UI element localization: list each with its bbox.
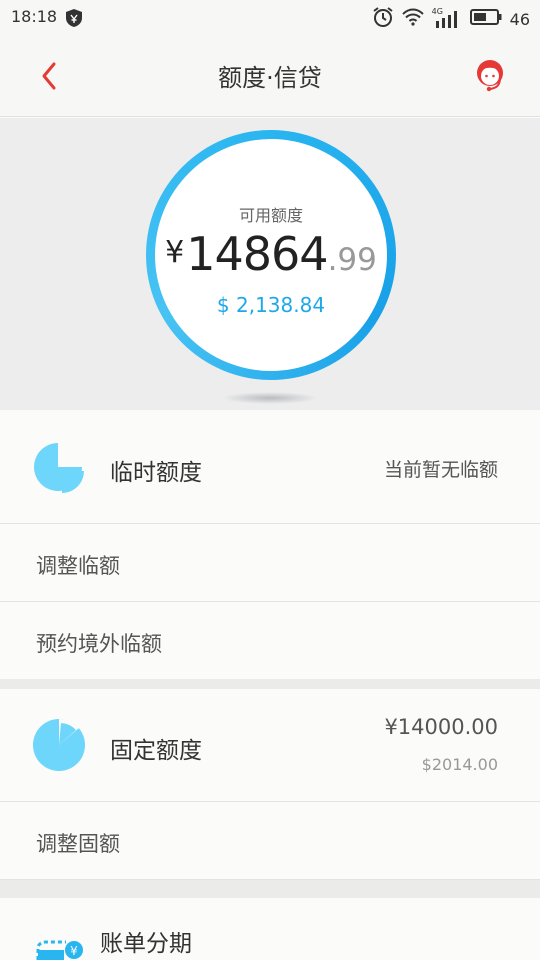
customer-service-button[interactable]	[470, 56, 510, 100]
adjust-temporary-limit-row[interactable]: 调整临额	[0, 524, 540, 602]
fixed-limit-row[interactable]: 固定额度 ¥14000.00 $2014.00	[0, 689, 540, 802]
signal-icon: 4G	[432, 7, 462, 29]
page-title: 额度·信贷	[218, 64, 322, 92]
fixed-limit-label: 固定额度	[110, 738, 202, 764]
adjust-fixed-limit-row[interactable]: 调整固额	[0, 802, 540, 880]
alarm-icon	[372, 6, 394, 32]
temporary-limit-status: 当前暂无临额	[383, 459, 498, 481]
fixed-limit-icon	[32, 718, 86, 776]
section-divider	[0, 679, 540, 689]
battery-level: 46	[509, 9, 530, 29]
credit-overview: 可用额度 ¥14864.99 $ 2,138.84	[0, 118, 540, 410]
credit-ring: 可用额度 ¥14864.99 $ 2,138.84	[146, 130, 396, 380]
wifi-icon	[401, 8, 424, 30]
fixed-limit-amount: ¥14000.00	[384, 715, 498, 739]
shield-icon	[65, 8, 83, 32]
overseas-temporary-limit-label: 预约境外临额	[36, 632, 162, 656]
available-credit-usd: $ 2,138.84	[216, 293, 326, 317]
fixed-limit-section: 固定额度 ¥14000.00 $2014.00 调整固额	[0, 689, 540, 880]
overseas-temporary-limit-row[interactable]: 预约境外临额	[0, 602, 540, 680]
temporary-limit-label: 临时额度	[110, 460, 202, 486]
installment-row[interactable]: ¥ 账单分期	[0, 898, 540, 960]
ring-shadow	[222, 392, 318, 404]
battery-icon	[469, 8, 502, 30]
status-time: 18:18	[11, 7, 58, 26]
temporary-limit-icon	[32, 441, 86, 499]
adjust-temporary-limit-label: 调整临额	[36, 554, 120, 578]
installment-section: ¥ 账单分期	[0, 898, 540, 960]
temporary-limit-section: 临时额度 当前暂无临额 调整临额 预约境外临额	[0, 411, 540, 679]
available-credit-label: 可用额度	[238, 206, 303, 225]
fixed-limit-usd: $2014.00	[421, 755, 498, 774]
amount-integer: 14864	[186, 227, 328, 281]
header: 额度·信贷	[0, 34, 540, 117]
section-divider	[0, 880, 540, 898]
svg-text:¥: ¥	[70, 944, 78, 958]
temporary-limit-row[interactable]: 临时额度 当前暂无临额	[0, 411, 540, 524]
customer-service-icon	[477, 60, 503, 92]
amount-decimal: .99	[327, 242, 377, 278]
installment-label: 账单分期	[100, 931, 192, 957]
currency-symbol: ¥	[165, 235, 185, 270]
available-credit-amount: ¥14864.99	[155, 227, 387, 281]
status-bar: 18:18 4G 46	[0, 0, 540, 34]
installment-icon: ¥	[36, 934, 86, 960]
adjust-fixed-limit-label: 调整固额	[36, 832, 120, 856]
